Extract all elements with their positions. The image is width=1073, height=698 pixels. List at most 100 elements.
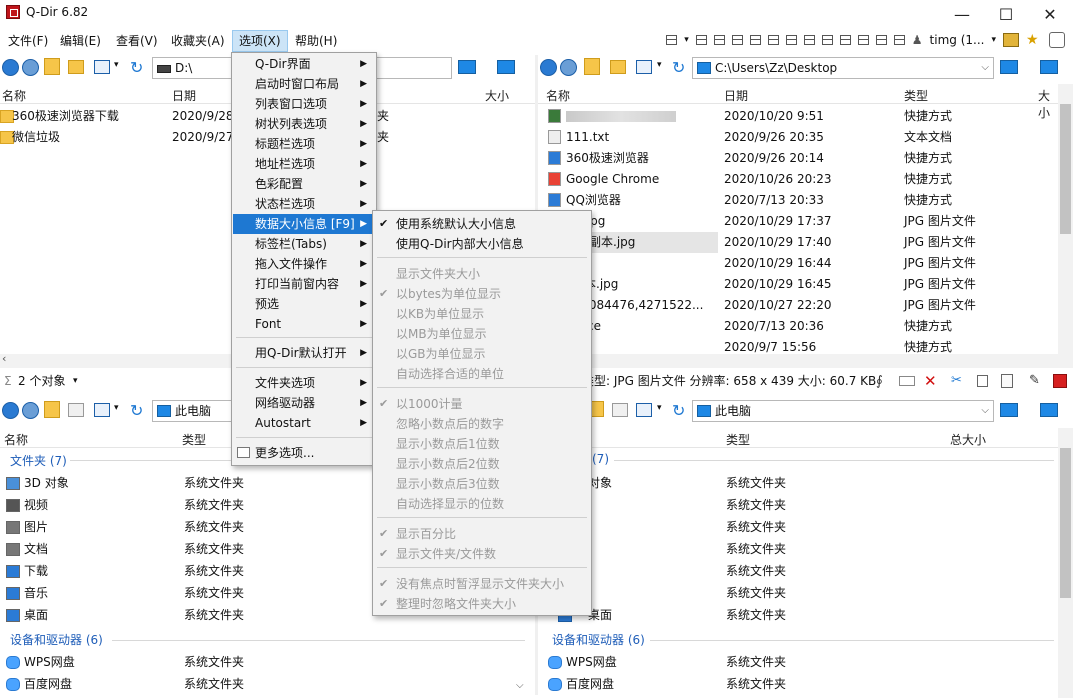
maximize-button[interactable]: ☐ <box>983 0 1029 28</box>
view-mode-icon[interactable] <box>94 403 110 417</box>
chevron-down-icon[interactable]: ⌵ <box>981 58 989 78</box>
new-folder-icon[interactable] <box>68 60 84 74</box>
refresh-icon[interactable]: ↻ <box>672 58 685 77</box>
options-menu-item[interactable]: 列表窗口选项 ▶ <box>233 94 375 114</box>
size-menu-item[interactable]: ✔ 显示百分比 <box>374 524 590 544</box>
options-menu-item[interactable]: 状态栏选项 ▶ <box>233 194 375 214</box>
chevron-down-icon[interactable]: ▾ <box>991 35 996 45</box>
list-item[interactable]: 百度网盘 系统文件夹 <box>538 674 1058 695</box>
options-menu-item[interactable]: 网络驱动器 ▶ <box>233 393 375 413</box>
monitor-icon[interactable] <box>458 60 476 74</box>
address-bar[interactable]: C:\Users\Zz\Desktop ⌵ <box>692 57 994 79</box>
address-bar[interactable]: 此电脑 ⌵ <box>692 400 994 422</box>
zoom-icon[interactable] <box>1049 32 1065 48</box>
layout-icon[interactable] <box>767 35 779 45</box>
size-menu-item[interactable]: 显示小数点后2位数 <box>374 454 590 474</box>
layout-icon[interactable] <box>713 35 725 45</box>
menu-options[interactable]: 选项(X) <box>232 30 288 52</box>
size-menu-item[interactable]: ✔ 显示文件夹/文件数 <box>374 544 590 564</box>
list-item[interactable]: 系统文件夹 <box>538 583 1058 604</box>
chevron-down-icon[interactable]: ▾ <box>114 403 119 413</box>
new-folder-icon[interactable] <box>610 60 626 74</box>
options-menu-item[interactable]: 打印当前窗内容 ▶ <box>233 274 375 294</box>
layout-icon[interactable] <box>695 35 707 45</box>
vertical-scrollbar[interactable] <box>1058 428 1073 698</box>
scrollbar-thumb[interactable] <box>1060 448 1071 598</box>
group-drives[interactable]: 设备和驱动器 (6) <box>10 631 103 648</box>
list-item[interactable]: Office2020/7/13 20:36快捷方式 <box>538 316 1058 337</box>
edit-icon[interactable]: ✎ <box>1029 371 1040 391</box>
chevron-down-icon[interactable]: ▾ <box>73 371 78 391</box>
up-folder-icon[interactable] <box>584 58 600 75</box>
list-item[interactable]: WPS网盘 系统文件夹 <box>538 652 1058 673</box>
print-icon[interactable] <box>1003 33 1019 47</box>
scrollbar-thumb[interactable] <box>1060 104 1071 234</box>
layout-icon[interactable] <box>875 35 887 45</box>
close-button[interactable]: ✕ <box>1027 0 1073 28</box>
monitor-icon[interactable] <box>1000 403 1018 417</box>
menu-view[interactable]: 查看(V) <box>110 30 164 52</box>
copy-icon[interactable] <box>977 375 988 387</box>
forward-icon[interactable] <box>22 402 39 419</box>
size-menu-item[interactable]: 自动选择显示的位数 <box>374 494 590 514</box>
size-menu-item[interactable]: ✔ 以1000计量 <box>374 394 590 414</box>
up-folder-icon[interactable] <box>590 401 604 417</box>
size-menu-item[interactable]: ✔ 使用系统默认大小信息 <box>374 214 590 234</box>
list-item[interactable]: jpg2020/10/29 16:44JPG 图片文件 <box>538 253 1058 274</box>
menu-favorites[interactable]: 收藏夹(A) <box>165 30 231 52</box>
list-item[interactable]: 779084476,4271522... 2020/10/27 22:20 JPG … <box>538 295 1058 316</box>
layout-icon[interactable] <box>666 35 678 45</box>
back-icon[interactable] <box>540 59 557 76</box>
list-item[interactable]: 360极速浏览器 2020/9/26 20:14 快捷方式 <box>538 148 1058 169</box>
rename-icon[interactable] <box>899 376 915 386</box>
column-name[interactable]: 名称 <box>4 431 28 448</box>
vertical-scrollbar[interactable] <box>1058 84 1073 354</box>
options-menu-item[interactable]: 数据大小信息 [F9] ▶ <box>233 214 375 234</box>
up-folder-icon[interactable] <box>44 401 60 418</box>
options-menu-item[interactable]: Autostart ▶ <box>233 413 375 433</box>
column-total-size[interactable]: 总大小 <box>950 431 986 448</box>
list-item[interactable]: 2020/10/20 9:51 快捷方式 <box>538 106 1058 127</box>
size-menu-item[interactable]: ✔ 以bytes为单位显示 <box>374 284 590 304</box>
size-menu-item[interactable]: ✔ 整理时忽略文件夹大小 <box>374 594 590 614</box>
options-menu-item[interactable]: 拖入文件操作 ▶ <box>233 254 375 274</box>
cut-icon[interactable]: ✂ <box>951 371 962 391</box>
options-menu-item[interactable]: 色彩配置 ▶ <box>233 174 375 194</box>
column-type[interactable]: 类型 <box>182 431 206 448</box>
scroll-left-icon[interactable]: ‹ <box>2 352 6 365</box>
layout-icon[interactable] <box>857 35 869 45</box>
paste-icon[interactable] <box>1001 374 1013 388</box>
options-menu-item[interactable]: Font ▶ <box>233 314 375 334</box>
list-item[interactable]: QQ浏览器 2020/7/13 20:33 快捷方式 <box>538 190 1058 211</box>
layout-icon[interactable] <box>785 35 797 45</box>
monitor-icon[interactable] <box>1040 403 1058 417</box>
options-menu-item[interactable]: 树状列表选项 ▶ <box>233 114 375 134</box>
forward-icon[interactable] <box>22 59 39 76</box>
delete-icon[interactable]: ✕ <box>924 371 937 391</box>
horizontal-scrollbar[interactable] <box>538 354 1073 368</box>
list-item[interactable]: 系统文件夹 <box>538 495 1058 516</box>
list-item[interactable]: 111.txt 2020/9/26 20:35 文本文档 <box>538 127 1058 148</box>
layout-icon[interactable] <box>749 35 761 45</box>
menu-help[interactable]: 帮助(H) <box>289 30 343 52</box>
column-date[interactable]: 日期 <box>724 87 748 104</box>
size-menu-item[interactable]: 显示小数点后1位数 <box>374 434 590 454</box>
list-item[interactable]: 系统文件夹 <box>538 561 1058 582</box>
chevron-down-icon[interactable]: ⌵ <box>981 401 989 421</box>
options-menu-item[interactable]: 更多选项... <box>233 443 375 463</box>
column-type[interactable]: 类型 <box>726 431 750 448</box>
chevron-down-icon[interactable]: ⌵ <box>516 680 524 691</box>
properties-icon[interactable]: ∮ <box>876 372 883 392</box>
layout-icon[interactable] <box>839 35 851 45</box>
app-action-icon[interactable] <box>1053 374 1067 388</box>
options-menu-item[interactable]: 文件夹选项 ▶ <box>233 373 375 393</box>
chevron-down-icon[interactable]: ▾ <box>657 60 662 70</box>
menu-file[interactable]: 文件(F) <box>2 30 54 52</box>
options-menu-item[interactable]: 用Q-Dir默认打开 ▶ <box>233 343 375 363</box>
forward-icon[interactable] <box>560 59 577 76</box>
list-item[interactable]: 百度网盘 系统文件夹 <box>0 674 525 695</box>
column-name[interactable]: 名称 <box>2 87 26 104</box>
group-drives[interactable]: 设备和驱动器 (6) <box>552 631 645 648</box>
chevron-down-icon[interactable]: ▾ <box>657 403 662 413</box>
menu-edit[interactable]: 编辑(E) <box>54 30 107 52</box>
